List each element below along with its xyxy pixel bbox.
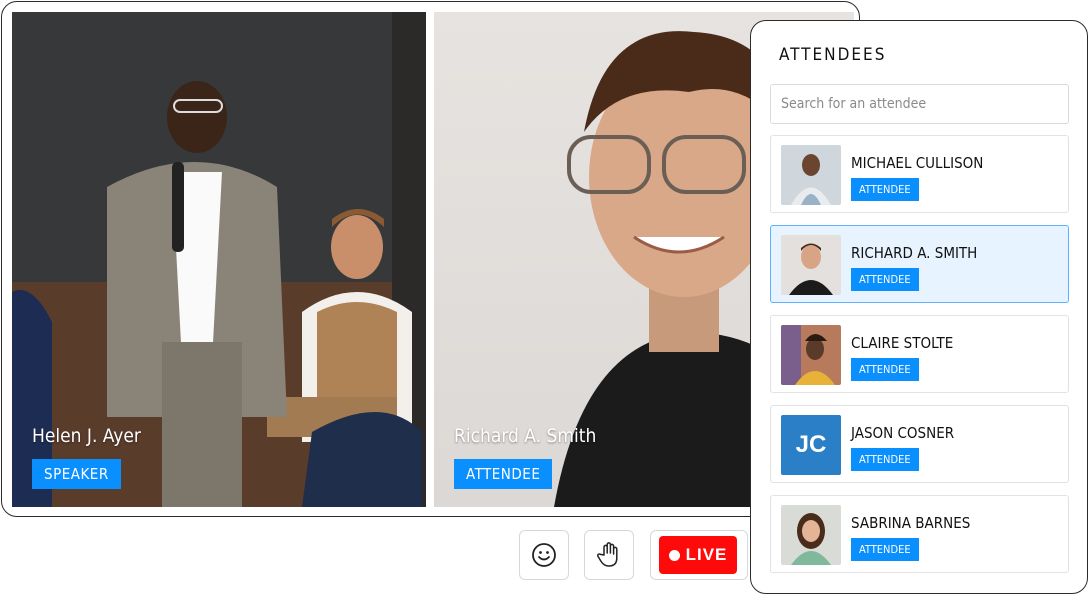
live-indicator[interactable]: LIVE (659, 536, 737, 574)
attendee-name: JASON COSNER (851, 424, 955, 442)
avatar (781, 235, 841, 295)
attendee-item-claire-stolte[interactable]: CLAIRE STOLTE ATTENDEE (770, 315, 1069, 393)
attendee-badge: ATTENDEE (851, 268, 919, 291)
attendee-search-input[interactable] (770, 84, 1069, 124)
record-dot-icon (668, 549, 680, 561)
avatar-initials-text: JC (781, 415, 841, 475)
participant-name: Richard A. Smith (454, 425, 597, 447)
attendee-name: CLAIRE STOLTE (851, 334, 954, 352)
attendee-item-richard-smith[interactable]: RICHARD A. SMITH ATTENDEE (770, 225, 1069, 303)
video-stage: Helen J. Ayer SPEAKER Richard A. Smith A… (1, 1, 860, 517)
attendee-item-sabrina-barnes[interactable]: SABRINA BARNES ATTENDEE (770, 495, 1069, 573)
attendee-badge: ATTENDEE (851, 538, 919, 561)
attendee-item-jason-cosner[interactable]: JC JASON COSNER ATTENDEE (770, 405, 1069, 483)
panel-title: ATTENDEES (779, 45, 887, 65)
attendee-badge: ATTENDEE (851, 178, 919, 201)
attendees-panel: ATTENDEES MICHAEL CULLISON ATTENDEE RICH… (750, 20, 1088, 594)
role-badge: SPEAKER (32, 459, 121, 489)
avatar (781, 325, 841, 385)
participant-name: Helen J. Ayer (32, 425, 141, 447)
hand-icon (597, 542, 618, 567)
attendee-name: RICHARD A. SMITH (851, 244, 978, 262)
avatar (781, 505, 841, 565)
live-label: LIVE (685, 545, 728, 564)
raise-hand-button[interactable] (584, 530, 634, 580)
attendee-badge: ATTENDEE (851, 448, 919, 471)
attendee-item-michael-cullison[interactable]: MICHAEL CULLISON ATTENDEE (770, 135, 1069, 213)
smile-icon (532, 543, 556, 567)
role-badge: ATTENDEE (454, 459, 553, 489)
attendee-badge: ATTENDEE (851, 358, 919, 381)
avatar (781, 145, 841, 205)
attendee-name: MICHAEL CULLISON (851, 154, 984, 172)
attendee-name: SABRINA BARNES (851, 514, 971, 532)
avatar-initials: JC (781, 415, 841, 475)
emoji-button[interactable] (519, 530, 569, 580)
video-tile-speaker[interactable]: Helen J. Ayer SPEAKER (12, 12, 426, 507)
